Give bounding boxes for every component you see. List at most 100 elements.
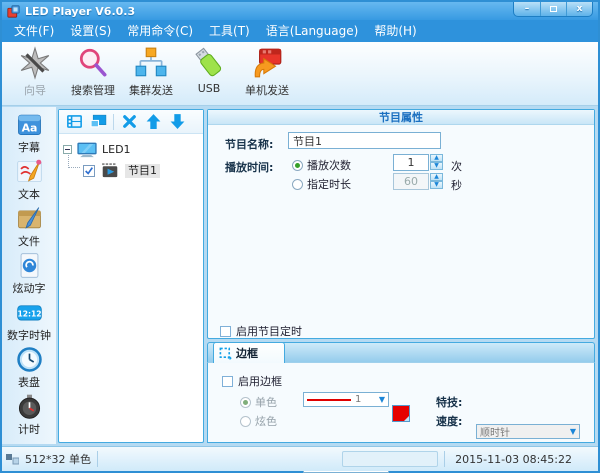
menu-bar: 文件(F) 设置(S) 常用命令(C) 工具(T) 语言(Language) 帮… — [2, 20, 598, 42]
cluster-send-icon — [134, 46, 168, 80]
border-color-swatch[interactable] — [392, 405, 410, 422]
sidebar-item-analog-clock[interactable]: 表盘 — [2, 346, 56, 393]
sidebar-label-subtitle: 字幕 — [18, 139, 40, 155]
subtitle-glyph: Aa — [21, 121, 37, 134]
sidebar-item-digital-clock[interactable]: 12:12 数字时钟 — [2, 299, 56, 346]
search-manage-label: 搜索管理 — [71, 82, 115, 98]
speed-label: 速度: — [436, 413, 462, 429]
duration-unit: 秒 — [451, 177, 462, 193]
program-tree-panel: LED1 节目1 — [58, 109, 204, 443]
close-icon: x — [577, 4, 583, 14]
play-count-radio[interactable] — [292, 160, 303, 171]
enable-border-checkbox[interactable] — [222, 376, 233, 387]
minimize-button[interactable]: – — [514, 2, 540, 16]
dropdown-arrow-icon: ▼ — [379, 395, 385, 404]
add-program-button[interactable] — [62, 112, 86, 132]
tree-connector — [68, 152, 69, 168]
menu-help[interactable]: 帮助(H) — [366, 20, 424, 42]
tree-node-led1[interactable]: LED1 — [63, 141, 199, 158]
sidebar-item-file[interactable]: 文件 — [2, 205, 56, 252]
move-down-button[interactable] — [165, 112, 189, 132]
move-up-icon — [145, 113, 162, 130]
wizard-icon — [18, 46, 52, 80]
sidebar-item-text[interactable]: 文本 — [2, 158, 56, 205]
cluster-send-button[interactable]: 集群发送 — [122, 45, 180, 99]
tree-node-label-led1: LED1 — [102, 143, 131, 156]
duration-radio[interactable] — [292, 179, 303, 190]
play-count-label: 播放次数 — [307, 157, 351, 173]
add-screen-button[interactable] — [86, 112, 110, 132]
file-icon — [16, 205, 43, 232]
play-count-spin-up[interactable]: ▲ — [430, 154, 443, 162]
wizard-label: 向导 — [24, 82, 46, 98]
duration-spin-up[interactable]: ▲ — [430, 173, 443, 181]
border-panel-body: 启用边框 单色 1 ▼ 特技: 顺时针 ▼ 炫色 — [207, 362, 595, 443]
timing-checkbox[interactable] — [220, 326, 231, 337]
play-count-radio-row: 播放次数 — [292, 157, 351, 173]
single-line-style-dropdown[interactable]: 1 ▼ — [303, 392, 389, 407]
tab-border-label: 边框 — [236, 345, 258, 361]
content-sidebar: Aa 字幕 文本 文件 炫动字 12:12 数字时钟 表盘 计时 — [2, 107, 56, 444]
multi-color-row: 炫色 — [240, 413, 277, 429]
play-time-label: 播放时间: — [225, 159, 273, 175]
timing-checkbox-row: 启用节目定时 — [220, 323, 302, 339]
program-name-label: 节目名称: — [225, 136, 273, 152]
sidebar-label-digital-clock: 数字时钟 — [7, 327, 51, 343]
search-icon — [76, 46, 110, 80]
wizard-button[interactable]: 向导 — [6, 45, 64, 99]
sidebar-item-fancy-text[interactable]: 炫动字 — [2, 252, 56, 299]
duration-label: 指定时长 — [307, 176, 351, 192]
usb-button[interactable]: USB — [180, 45, 238, 96]
analog-clock-icon — [16, 346, 43, 373]
tree-node-program1[interactable]: 节目1 — [83, 162, 199, 179]
multi-color-label: 炫色 — [255, 413, 277, 429]
delete-icon — [121, 113, 138, 130]
border-panel: 边框 启用边框 单色 1 ▼ 特技: 顺时针 ▼ — [207, 342, 595, 443]
effect-value: 顺时针 — [480, 424, 510, 439]
menu-language[interactable]: 语言(Language) — [258, 20, 367, 42]
effect-dropdown[interactable]: 顺时针 ▼ — [476, 424, 580, 439]
check-icon — [84, 166, 94, 176]
app-icon — [7, 5, 20, 18]
tree-toolbar — [59, 110, 203, 134]
menu-common-commands[interactable]: 常用命令(C) — [119, 20, 201, 42]
cluster-send-label: 集群发送 — [129, 82, 173, 98]
border-tab-icon — [219, 347, 232, 360]
maximize-button[interactable] — [540, 2, 566, 16]
close-button[interactable]: x — [566, 2, 592, 16]
program-name-input[interactable] — [288, 132, 441, 149]
menu-settings[interactable]: 设置(S) — [62, 20, 119, 42]
delete-button[interactable] — [117, 112, 141, 132]
status-bar: 512*32 单色 2015-11-03 08:45:22 — [2, 446, 598, 471]
screen-info: 512*32 单色 — [25, 451, 91, 467]
play-count-input[interactable] — [393, 154, 429, 171]
statusbar-separator — [97, 451, 98, 467]
program-properties-panel: 节目属性 节目名称: 播放时间: 播放次数 ▲ ▼ 次 指定时长 ▲ ▼ — [207, 109, 595, 339]
duration-spin-down[interactable]: ▼ — [430, 181, 443, 189]
tree-collapse-icon[interactable] — [63, 145, 72, 154]
tree-connector — [68, 167, 80, 168]
sidebar-item-timer[interactable]: 计时 — [2, 393, 56, 440]
sidebar-item-subtitle[interactable]: Aa 字幕 — [2, 111, 56, 158]
standalone-send-button[interactable]: 单机发送 — [238, 45, 296, 99]
app-window: LED Player V6.0.3 – x 文件(F) 设置(S) 常用命令(C… — [0, 0, 600, 473]
program-checkbox[interactable] — [83, 165, 95, 177]
single-color-label: 单色 — [255, 394, 277, 410]
screen-config-icon — [6, 454, 19, 465]
timing-label: 启用节目定时 — [236, 323, 302, 339]
move-up-button[interactable] — [141, 112, 165, 132]
duration-input[interactable] — [393, 173, 429, 190]
single-color-radio[interactable] — [240, 397, 251, 408]
menu-tools[interactable]: 工具(T) — [201, 20, 258, 42]
sidebar-label-timer: 计时 — [18, 421, 40, 437]
statusbar-separator — [444, 451, 445, 467]
play-count-spin-down[interactable]: ▼ — [430, 162, 443, 170]
dropdown-arrow-icon: ▼ — [570, 427, 576, 436]
tab-border[interactable]: 边框 — [213, 342, 285, 363]
multi-color-radio[interactable] — [240, 416, 251, 427]
single-color-row: 单色 — [240, 394, 277, 410]
search-manage-button[interactable]: 搜索管理 — [64, 45, 122, 99]
sidebar-label-file: 文件 — [18, 233, 40, 249]
move-down-icon — [169, 113, 186, 130]
menu-file[interactable]: 文件(F) — [6, 20, 62, 42]
